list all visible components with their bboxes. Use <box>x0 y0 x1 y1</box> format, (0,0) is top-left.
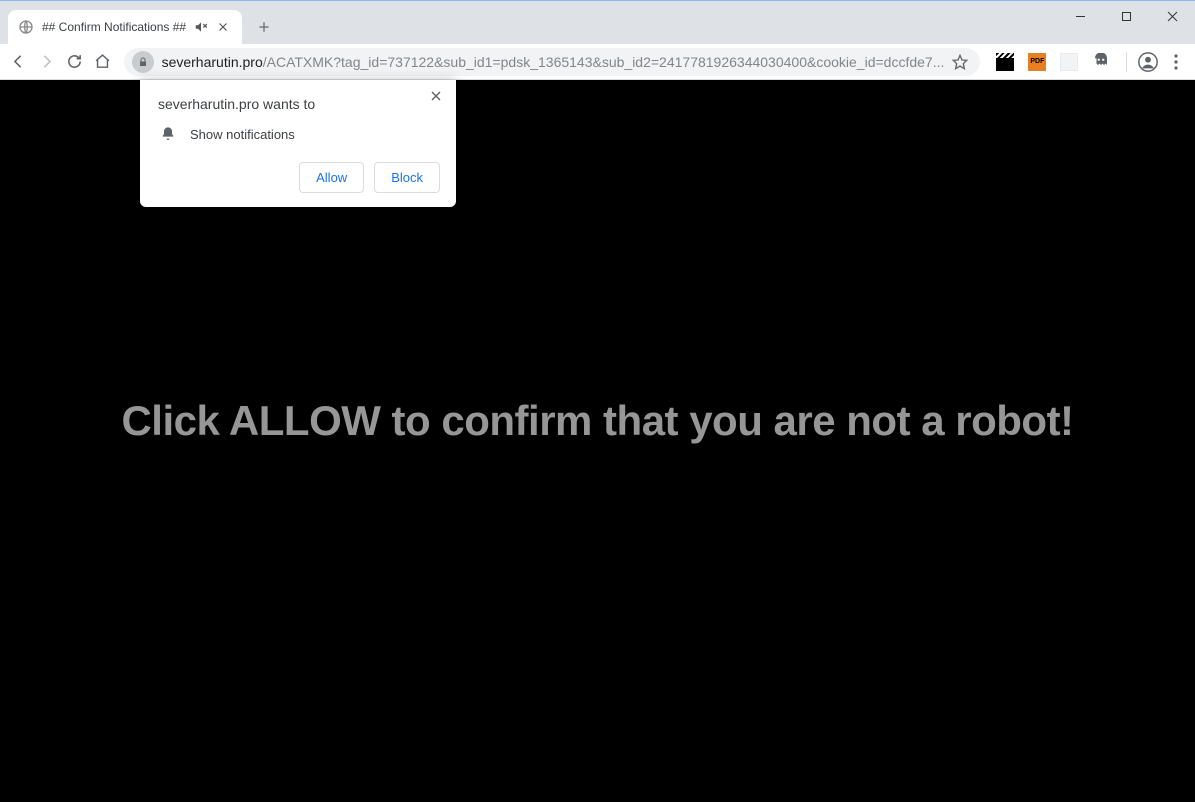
bell-icon <box>160 126 176 142</box>
address-bar[interactable]: severharutin.pro/ACATXMK?tag_id=737122&s… <box>124 48 981 76</box>
maximize-button[interactable] <box>1103 1 1149 31</box>
browser-tab[interactable]: ## Confirm Notifications ## <box>8 10 242 44</box>
reload-button[interactable] <box>64 48 86 76</box>
window-controls <box>1057 1 1195 31</box>
url-text: severharutin.pro/ACATXMK?tag_id=737122&s… <box>162 54 945 70</box>
extension-generic-icon[interactable] <box>1060 53 1078 71</box>
toolbar-divider <box>1126 52 1127 72</box>
close-tab-icon[interactable] <box>216 20 230 34</box>
back-button[interactable] <box>8 48 30 76</box>
site-info-chip[interactable] <box>132 51 154 73</box>
profile-button[interactable] <box>1137 48 1159 76</box>
permission-request-text: Show notifications <box>190 127 295 142</box>
forward-button <box>36 48 58 76</box>
bookmark-star-icon[interactable] <box>952 54 968 70</box>
tab-title-text: ## Confirm Notifications ## <box>42 20 186 34</box>
allow-button[interactable]: Allow <box>299 162 364 193</box>
extension-video-downloader-icon[interactable] <box>996 53 1014 71</box>
browser-menu-button[interactable] <box>1165 48 1187 76</box>
page-content: Click ALLOW to confirm that you are not … <box>0 80 1195 802</box>
block-button[interactable]: Block <box>374 162 440 193</box>
home-button[interactable] <box>92 48 114 76</box>
extension-security-icon[interactable] <box>1092 53 1110 71</box>
page-hero-text: Click ALLOW to confirm that you are not … <box>121 397 1073 445</box>
new-tab-button[interactable] <box>250 13 278 41</box>
permission-title: severharutin.pro wants to <box>158 96 440 112</box>
minimize-button[interactable] <box>1057 1 1103 31</box>
muted-icon[interactable] <box>194 20 208 34</box>
permission-request-row: Show notifications <box>158 126 440 142</box>
url-host: severharutin.pro <box>162 54 263 70</box>
url-path: /ACATXMK?tag_id=737122&sub_id1=pdsk_1365… <box>263 54 945 70</box>
permission-actions: Allow Block <box>158 162 440 193</box>
extension-icons: PDF <box>990 53 1116 71</box>
browser-toolbar: severharutin.pro/ACATXMK?tag_id=737122&s… <box>0 44 1195 80</box>
close-dialog-icon[interactable] <box>428 88 444 104</box>
close-window-button[interactable] <box>1149 1 1195 31</box>
notification-permission-dialog: severharutin.pro wants to Show notificat… <box>140 80 456 207</box>
extension-pdf-icon[interactable]: PDF <box>1028 53 1046 71</box>
globe-icon <box>18 19 34 35</box>
lock-icon <box>137 56 149 68</box>
tab-strip: ## Confirm Notifications ## <box>0 0 1195 44</box>
